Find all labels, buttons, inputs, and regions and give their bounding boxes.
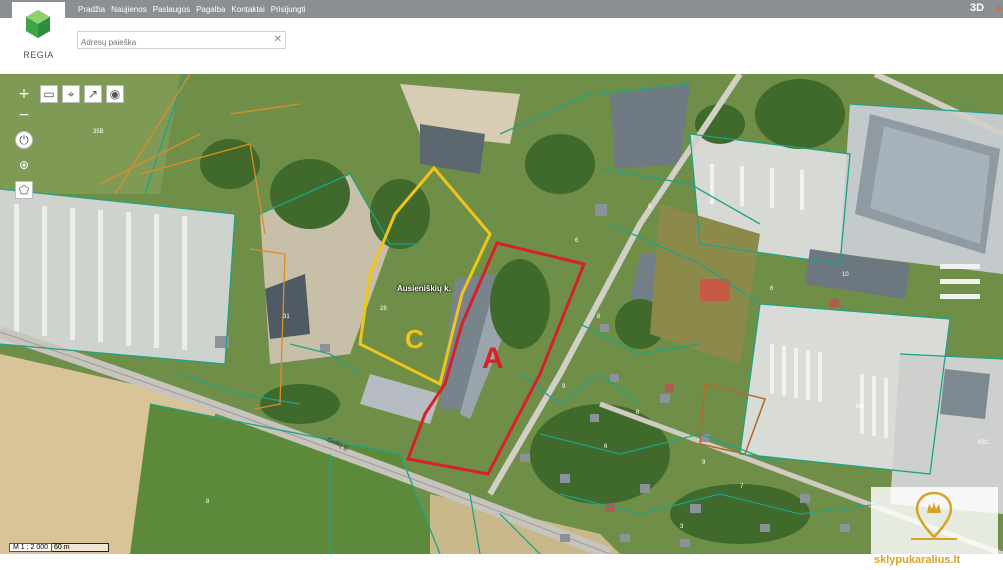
parcel-number: 35B [93, 129, 104, 135]
scale-distance: 60 m [52, 543, 110, 552]
regia-logo-icon [26, 10, 50, 38]
parcel-number: 6 [604, 444, 608, 450]
aerial-map [0, 74, 1003, 554]
scale-ratio: M 1 : 2 000 [9, 543, 53, 552]
street-label: Ausieniškių k. [397, 284, 451, 293]
nav-contacts[interactable]: Kontaktai [231, 5, 264, 14]
parcel-number: 63C [978, 440, 990, 446]
marker-icon[interactable]: ⌖ [62, 85, 80, 103]
locate-icon[interactable]: ⊕ [15, 156, 33, 174]
parcel-number: 8 [636, 410, 640, 416]
close-icon[interactable]: ✕ [274, 34, 282, 45]
watermark-logo [871, 487, 998, 554]
watermark-text: sklypukaralius.lt [874, 554, 961, 566]
layers-icon[interactable]: ⬠ [15, 181, 33, 199]
address-search[interactable]: ✕ [77, 31, 286, 51]
power-icon[interactable]: ⏻ [15, 131, 33, 149]
parcel-number: 6 [770, 286, 774, 292]
top-bar: Pradžia Naujienos Paslaugos Pagalba Kont… [0, 0, 1003, 18]
nav-services[interactable]: Paslaugos [153, 5, 190, 14]
target-icon[interactable]: ◉ [106, 85, 124, 103]
parcel-number: 8 [206, 499, 210, 505]
toggle-3d-button[interactable]: 3D [970, 2, 984, 14]
search-input[interactable] [78, 34, 271, 51]
parcel-number: 3 [680, 524, 684, 530]
parcel-number: 10 [842, 272, 849, 278]
regia-logo[interactable]: REGIA [12, 2, 65, 68]
zoom-in-button[interactable]: + [15, 85, 33, 103]
parcel-number: 6B [856, 404, 864, 410]
nav-news[interactable]: Naujienos [111, 5, 147, 14]
nav-help[interactable]: Pagalba [196, 5, 225, 14]
nav-home[interactable]: Pradžia [78, 5, 105, 14]
parcel-number: 8 [597, 314, 601, 320]
logo-label: REGIA [23, 50, 54, 60]
top-nav: Pradžia Naujienos Paslaugos Pagalba Kont… [78, 0, 305, 18]
parcel-number: 5 [648, 204, 652, 210]
crown-pin-icon [911, 491, 957, 540]
parcel-number: 9 [562, 384, 566, 390]
zoom-out-button[interactable]: − [15, 106, 33, 124]
nav-login[interactable]: Prisijungti [271, 5, 306, 14]
parcel-number: 6 [575, 238, 579, 244]
share-icon[interactable]: ↗ [84, 85, 102, 103]
side-button[interactable]: SV [995, 4, 1003, 13]
zone-c-label: C [405, 324, 424, 354]
measure-icon[interactable]: ▭ [40, 85, 58, 103]
parcel-number: 31 [283, 314, 290, 320]
parcel-number: 7 [740, 484, 744, 490]
parcel-number: 9 [702, 460, 706, 466]
parcel-number: 28 [380, 306, 387, 312]
map-view[interactable]: C A Ausieniškių k. Gelių g. 35B 28 31 10… [0, 74, 1003, 554]
zone-a-label: A [482, 342, 504, 375]
scale-bar: M 1 : 2 000 60 m [9, 543, 110, 552]
